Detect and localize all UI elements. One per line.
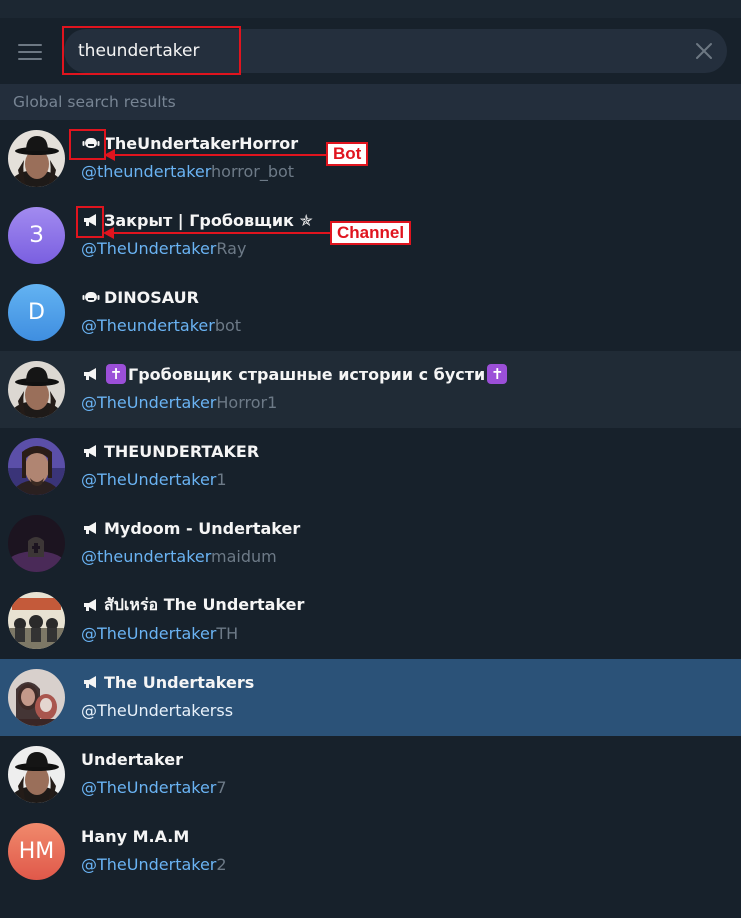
avatar [8,746,65,803]
bot-icon [81,288,101,306]
section-title: Global search results [0,84,741,120]
result-row[interactable]: THEUNDERTAKER @TheUndertaker1 [0,428,741,505]
result-handle: @TheUndertakerss [81,701,234,720]
result-name: DINOSAUR [81,286,199,308]
megaphone-icon [81,519,101,537]
result-name: Закрыт | Гробовщик ✯ [81,209,313,231]
search-box [64,29,727,73]
result-handle: @TheUndertakerTH [81,624,239,643]
avatar [8,515,65,572]
result-name: The Undertakers [81,671,254,693]
result-handle: @TheUndertaker7 [81,778,227,797]
menu-button[interactable] [10,33,50,69]
cross-emoji: ✝ [106,364,126,384]
cross-emoji: ✝ [487,364,508,384]
avatar: HM [8,823,65,880]
avatar [8,592,65,649]
window-top-strip [0,0,741,18]
result-handle: @TheUndertakerRay [81,239,247,258]
result-handle: @TheUndertaker2 [81,855,227,874]
result-row[interactable]: HM Hany M.A.M @TheUndertaker2 [0,813,741,890]
result-handle: @theundertakermaidum [81,547,277,566]
result-row[interactable]: ✝ Гробовщик страшные истории с бусти ✝ @Th… [0,351,741,428]
result-row[interactable]: Undertaker @TheUndertaker7 [0,736,741,813]
avatar [8,361,65,418]
result-handle: @TheUndertakerHorror1 [81,393,278,412]
result-name: Undertaker [81,749,183,769]
search-input[interactable] [78,29,658,73]
bot-arrow-line [113,154,329,156]
result-row[interactable]: D DINOSAUR @Theundertakerbot [0,274,741,351]
search-header [0,18,741,84]
channel-callout: Channel [330,221,412,245]
result-row[interactable]: สัปเหร่อ The Undertaker @TheUndertakerTH [0,582,741,659]
clear-search-icon[interactable] [689,36,719,66]
bot-icon [81,134,101,152]
result-handle: @Theundertakerbot [81,316,242,335]
result-name: Hany M.A.M [81,826,190,846]
result-name: THEUNDERTAKER [81,440,259,462]
result-handle: @TheUndertaker1 [81,470,227,489]
avatar: D [8,284,65,341]
megaphone-icon [81,673,101,691]
avatar [8,669,65,726]
result-name: ✝ Гробовщик страшные истории с бусти ✝ [81,363,509,385]
megaphone-icon [81,442,101,460]
megaphone-icon [81,211,101,229]
result-name: สัปเหร่อ The Undertaker [81,594,304,616]
avatar [8,130,65,187]
channel-arrow-line [112,232,332,234]
megaphone-icon [81,365,101,383]
megaphone-icon [81,596,101,614]
result-row[interactable]: Mydoom - Undertaker @theundertakermaidum [0,505,741,582]
avatar [8,438,65,495]
result-name: Mydoom - Undertaker [81,517,300,539]
result-handle: @theundertakerhorror_bot [81,162,295,181]
bot-callout: Bot [326,142,369,166]
avatar: З [8,207,65,264]
result-row[interactable]: The Undertakers @TheUndertakerss [0,659,741,736]
